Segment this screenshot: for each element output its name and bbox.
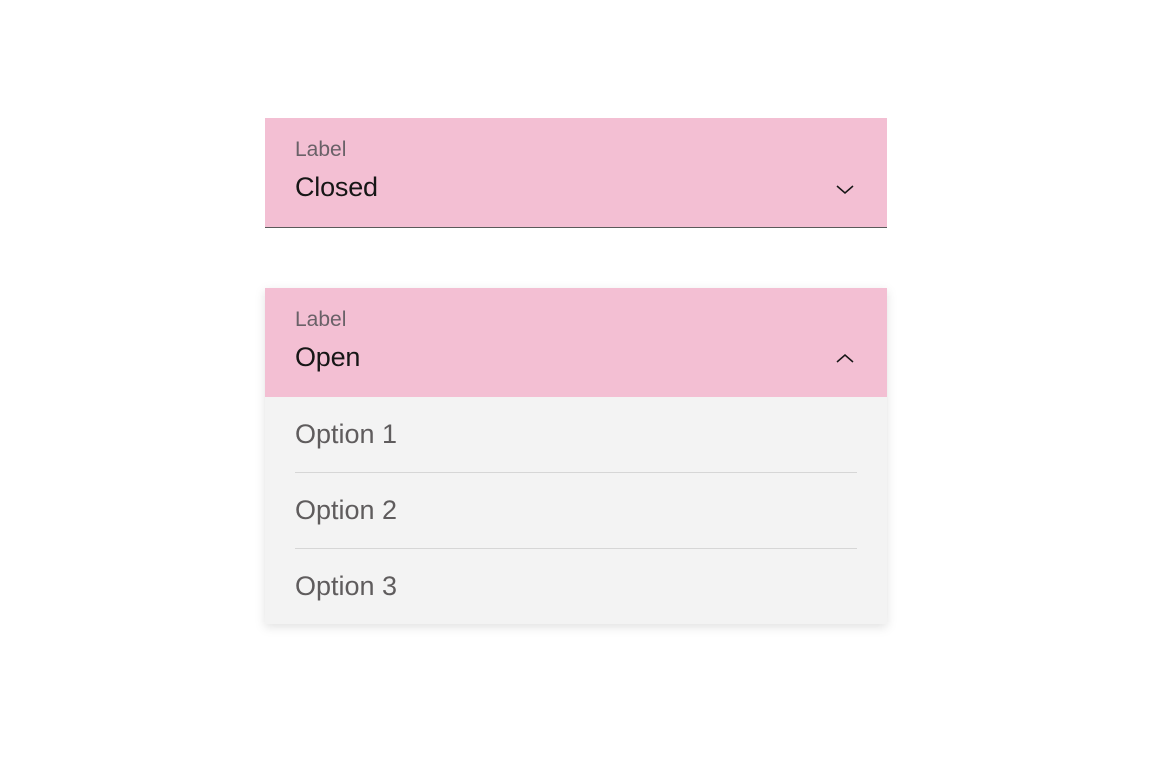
dropdown-open-label: Label — [295, 308, 360, 332]
dropdown-open-wrapper: Label Open Option 1 Option 2 Option 3 — [265, 288, 887, 624]
dropdown-closed-text-group: Label Closed — [295, 138, 378, 203]
chevron-down-icon — [833, 177, 857, 201]
dropdown-option-1[interactable]: Option 1 — [295, 397, 857, 473]
chevron-up-icon — [833, 347, 857, 371]
dropdown-options-list: Option 1 Option 2 Option 3 — [265, 397, 887, 624]
dropdown-open[interactable]: Label Open — [265, 288, 887, 397]
dropdown-option-2[interactable]: Option 2 — [295, 473, 857, 549]
dropdown-open-value: Open — [295, 342, 360, 373]
dropdown-open-text-group: Label Open — [295, 308, 360, 373]
dropdown-closed-value: Closed — [295, 172, 378, 203]
dropdown-option-3[interactable]: Option 3 — [295, 549, 857, 624]
dropdown-closed-label: Label — [295, 138, 378, 162]
dropdown-closed[interactable]: Label Closed — [265, 118, 887, 228]
dropdown-open-header[interactable]: Label Open — [265, 288, 887, 397]
dropdown-closed-header[interactable]: Label Closed — [265, 118, 887, 227]
